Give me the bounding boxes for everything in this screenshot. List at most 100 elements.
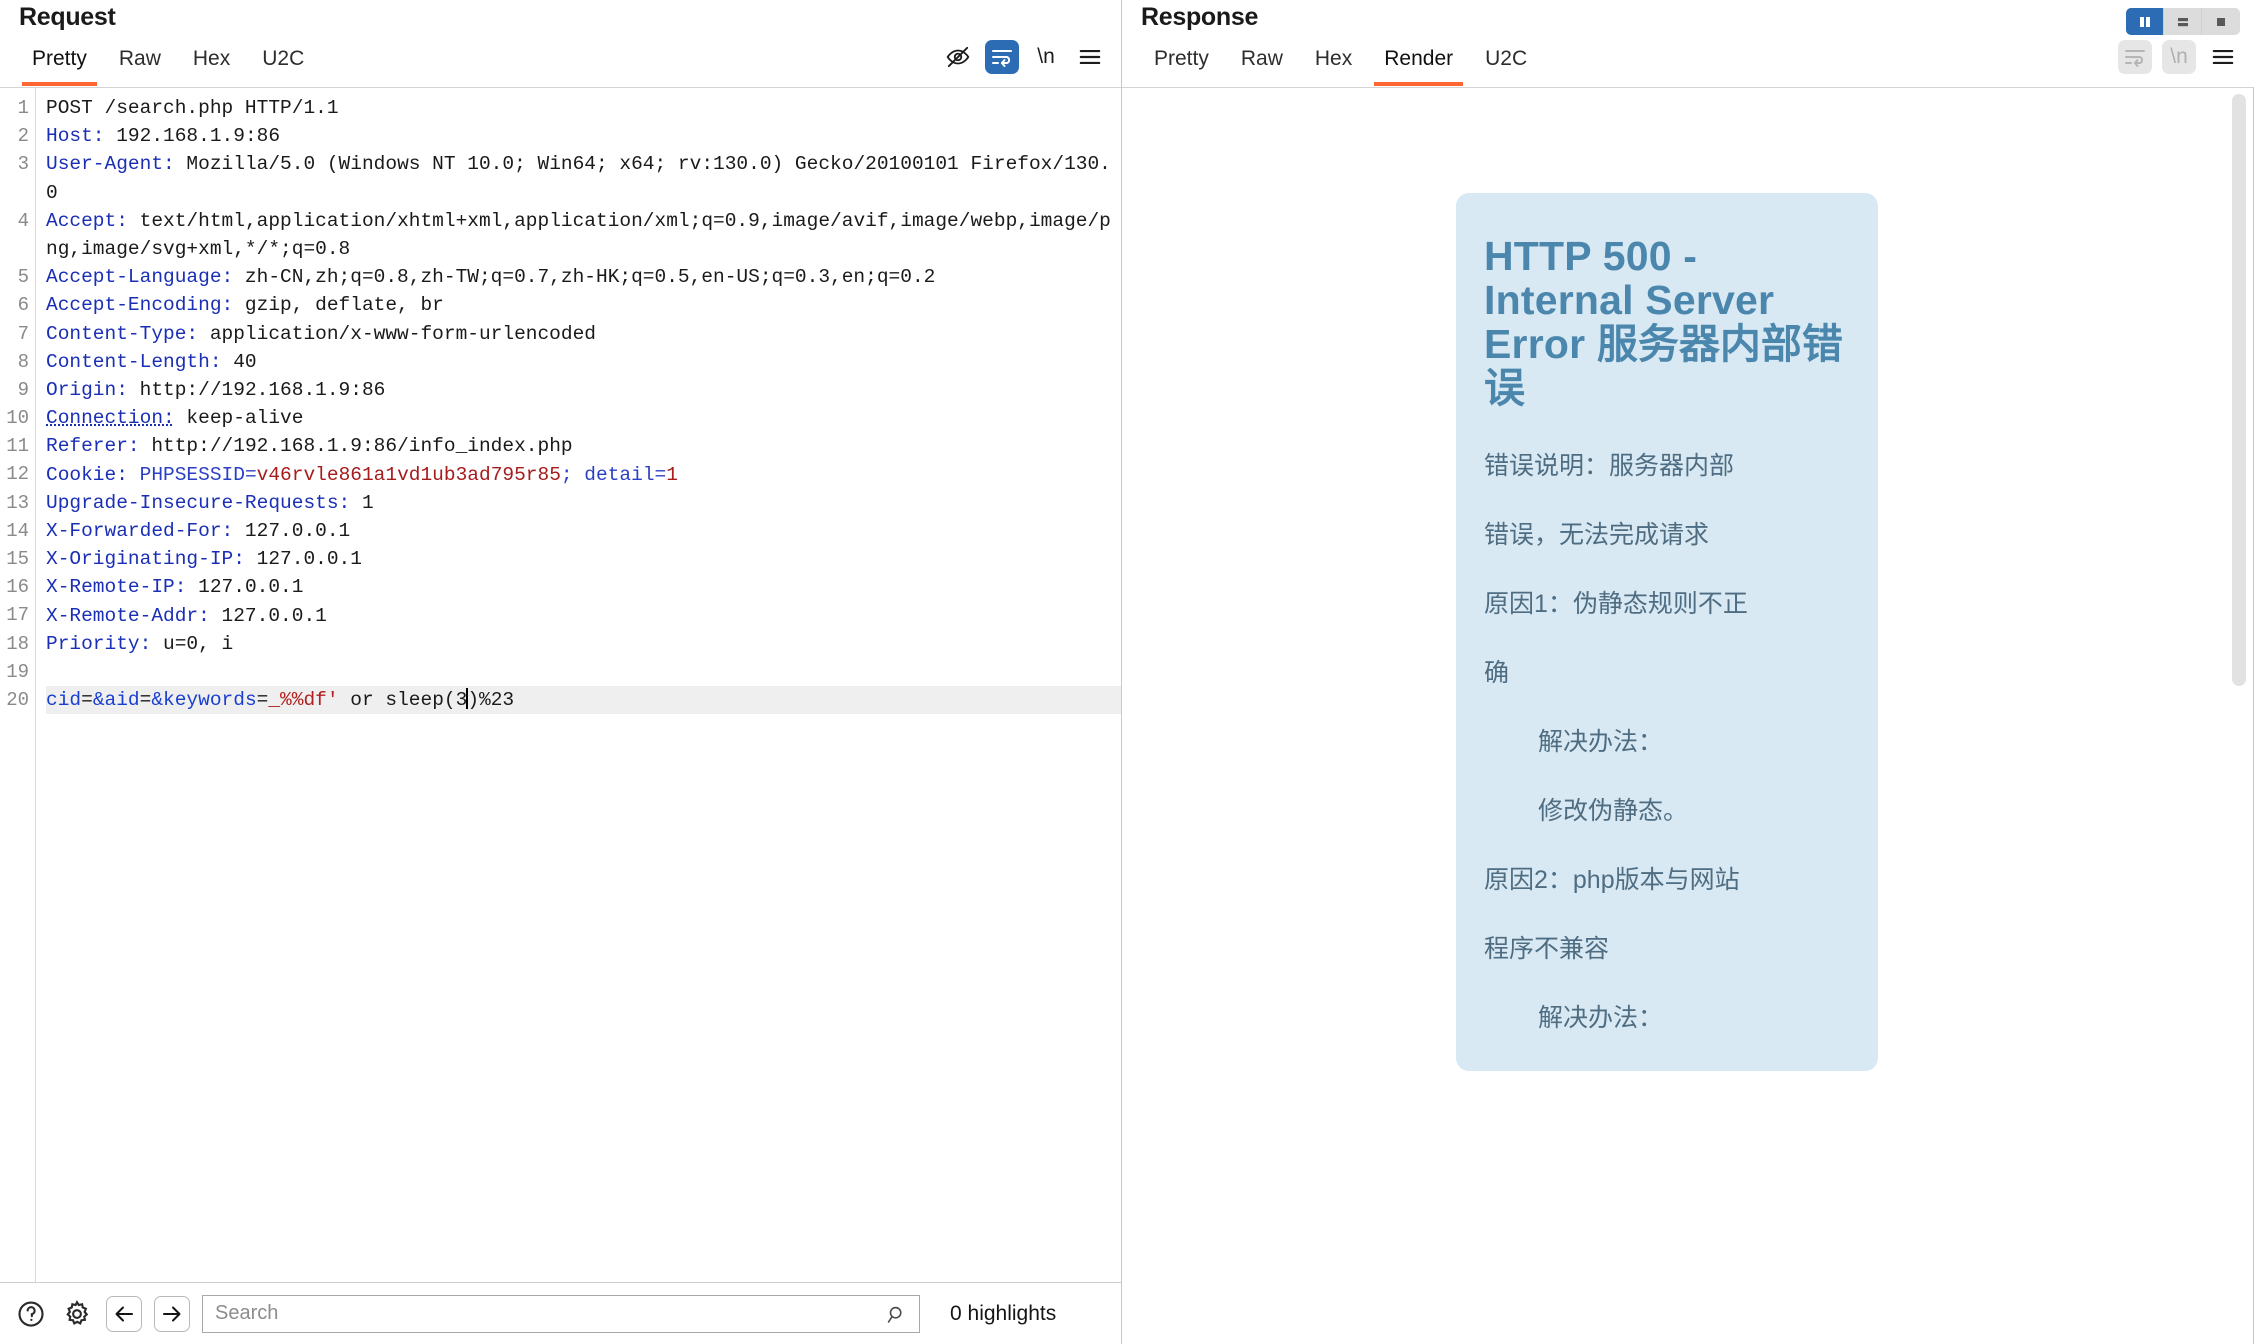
tab-response-u2c[interactable]: U2C (1469, 38, 1543, 86)
search-field-wrapper[interactable] (202, 1294, 920, 1333)
help-circle-icon[interactable] (14, 1297, 48, 1331)
tab-response-render[interactable]: Render (1368, 38, 1469, 86)
code-line: Accept-Language: zh-CN,zh;q=0.8,zh-TW;q=… (46, 266, 936, 289)
code-line: X-Forwarded-For: 127.0.0.1 (46, 520, 351, 543)
line-number: 6 (17, 294, 29, 317)
response-tool-buttons: \n (2118, 40, 2240, 74)
newline-icon-label-response: \n (2170, 45, 2188, 68)
tab-request-u2c[interactable]: U2C (246, 38, 320, 86)
search-next-button[interactable] (154, 1295, 190, 1332)
line-number: 13 (6, 491, 29, 514)
line-number: 7 (17, 322, 29, 345)
line-number: 11 (6, 435, 29, 458)
code-line: Upgrade-Insecure-Requests: 1 (46, 491, 374, 514)
request-search-toolbar: 0 highlights (0, 1282, 1121, 1344)
line-number: 18 (6, 632, 29, 655)
error-paragraph: 原因1：伪静态规则不正 (1484, 590, 1748, 619)
error-page-title: HTTP 500 - Internal Server Error 服务器内部错误 (1484, 234, 1850, 410)
horizontal-split-layout-button[interactable] (2164, 8, 2202, 35)
request-tool-buttons: \n (941, 40, 1107, 74)
error-paragraph: 错误说明：服务器内部 (1484, 452, 1735, 481)
error-paragraph: 程序不兼容 (1484, 935, 1610, 964)
code-line: Cookie: PHPSESSID=v46rvle861a1vd1ub3ad79… (46, 463, 678, 486)
code-line: Content-Type: application/x-www-form-url… (46, 322, 596, 345)
line-number-continuation (0, 235, 35, 263)
tab-request-raw[interactable]: Raw (103, 38, 177, 86)
tab-response-raw[interactable]: Raw (1225, 38, 1299, 86)
request-topbar: Request (0, 0, 1121, 38)
response-scrollbar-thumb[interactable] (2232, 94, 2246, 686)
code-line: Host: 192.168.1.9:86 (46, 125, 281, 148)
error-page-body: 错误说明：服务器内部 错误，无法完成请求原因1：伪静态规则不正确解决办法： 修改伪静… (1484, 454, 1850, 1031)
request-panel-title: Request (19, 3, 116, 31)
newline-icon-button[interactable]: \n (1029, 40, 1063, 74)
code-line: Accept-Encoding: gzip, deflate, br (46, 294, 444, 317)
line-number: 8 (17, 350, 29, 373)
line-number: 2 (17, 125, 29, 148)
tab-response-pretty[interactable]: Pretty (1138, 38, 1225, 86)
line-number: 3 (17, 153, 29, 176)
line-number: 20 (6, 688, 29, 711)
response-render-area: HTTP 500 - Internal Server Error 服务器内部错误… (1122, 88, 2254, 1344)
tab-response-hex[interactable]: Hex (1299, 38, 1368, 86)
code-line-body[interactable]: cid=&aid=&keywords=_%%df' or sleep(3)%23 (46, 686, 1121, 715)
line-number-gutter: 1 2 3 4 5 6 7 8 9 10 11 12 13 14 15 16 17 18 19 20 (0, 88, 35, 1282)
error-paragraph: 原因2：php版本与网站 (1484, 866, 1740, 895)
code-line: Connection: keep-alive (46, 407, 304, 430)
code-line: Content-Length: 40 (46, 350, 257, 373)
eye-slash-icon-button[interactable] (941, 40, 975, 74)
error-paragraph: 修改伪静态。 (1538, 797, 1689, 826)
line-number: 17 (6, 604, 29, 627)
code-line: Priority: u=0, i (46, 632, 234, 655)
code-line: User-Agent: Mozilla/5.0 (Windows NT 10.0… (46, 153, 1111, 204)
layout-switcher (2126, 8, 2240, 35)
error-paragraph: 解决办法： (1538, 728, 1664, 757)
gear-icon[interactable] (60, 1297, 94, 1331)
vertical-split-layout-button[interactable] (2126, 8, 2164, 35)
tab-request-hex[interactable]: Hex (177, 38, 246, 86)
line-number: 5 (17, 266, 29, 289)
line-number: 4 (17, 209, 29, 232)
code-line: X-Originating-IP: 127.0.0.1 (46, 548, 362, 571)
code-line: X-Remote-IP: 127.0.0.1 (46, 576, 304, 599)
search-prev-button[interactable] (106, 1295, 142, 1332)
line-number: 12 (6, 463, 29, 486)
request-panel: Request Pretty Raw Hex U2C \n 1 2 3 4 5 … (0, 0, 1122, 1344)
line-number: 1 (17, 97, 29, 119)
request-editor[interactable]: 1 2 3 4 5 6 7 8 9 10 11 12 13 14 15 16 17 18 19 20 POST /se… (0, 88, 1121, 1282)
response-panel-title: Response (1141, 3, 1259, 31)
word-wrap-icon-button-response (2118, 40, 2152, 74)
request-tab-strip: Pretty Raw Hex U2C \n (0, 38, 1121, 88)
menu-icon-button-response[interactable] (2206, 40, 2240, 74)
line-number: 16 (6, 576, 29, 599)
error-page-card: HTTP 500 - Internal Server Error 服务器内部错误… (1456, 193, 1878, 1072)
search-icon (886, 1304, 908, 1331)
response-tab-strip: Pretty Raw Hex Render U2C \n (1122, 38, 2254, 88)
newline-icon-button-response: \n (2162, 40, 2196, 74)
line-number: 15 (6, 548, 29, 570)
code-line: X-Remote-Addr: 127.0.0.1 (46, 604, 327, 627)
error-paragraph: 确 (1484, 659, 1510, 688)
line-number-continuation (0, 179, 35, 207)
response-panel: Response Pretty Raw Hex Render U2C \n HT… (1122, 0, 2254, 1344)
menu-icon-button[interactable] (1073, 40, 1107, 74)
error-paragraph: 错误，无法完成请求 (1484, 521, 1710, 550)
single-pane-layout-button[interactable] (2202, 8, 2240, 35)
code-line: POST /search.php HTTP/1.1 (46, 97, 339, 119)
code-line: Origin: http://192.168.1.9:86 (46, 379, 386, 402)
line-number: 14 (6, 519, 29, 542)
code-line: Accept: text/html,application/xhtml+xml,… (46, 209, 1111, 261)
line-number: 19 (6, 660, 29, 683)
response-scrollbar-track[interactable] (2232, 94, 2246, 1338)
tab-request-pretty[interactable]: Pretty (16, 38, 103, 86)
burp-message-editor-window: Request Pretty Raw Hex U2C \n 1 2 3 4 5 … (0, 0, 2254, 1344)
newline-icon-label: \n (1037, 45, 1055, 68)
line-number: 10 (6, 407, 29, 430)
line-number: 9 (17, 378, 29, 401)
request-code-content[interactable]: POST /search.php HTTP/1.1 Host: 192.168.1… (35, 88, 1121, 1282)
word-wrap-icon-button[interactable] (985, 40, 1019, 74)
search-input[interactable] (203, 1295, 919, 1332)
error-paragraph: 解决办法： (1538, 1004, 1664, 1033)
highlight-count-label: 0 highlights (950, 1301, 1057, 1325)
